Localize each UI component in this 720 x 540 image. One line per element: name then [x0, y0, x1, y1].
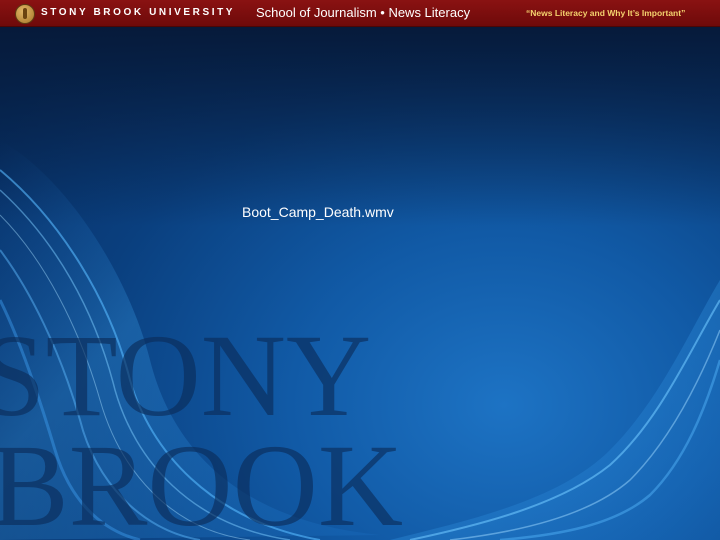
- university-name: STONY BROOK UNIVERSITY: [41, 7, 236, 18]
- lecture-tagline: “News Literacy and Why It’s Important”: [526, 8, 686, 18]
- university-seal-icon: [15, 4, 35, 24]
- video-file-link[interactable]: Boot_Camp_Death.wmv: [242, 204, 394, 220]
- header-bar: STONY BROOK UNIVERSITY School of Journal…: [0, 0, 720, 27]
- stony-brook-watermark: STONY BROOK: [0, 310, 403, 540]
- slide: STONY BROOK STONY BROOK UNIVERSITY Schoo…: [0, 0, 720, 540]
- program-title: School of Journalism • News Literacy: [256, 5, 471, 20]
- watermark-brook: BROOK: [0, 420, 403, 540]
